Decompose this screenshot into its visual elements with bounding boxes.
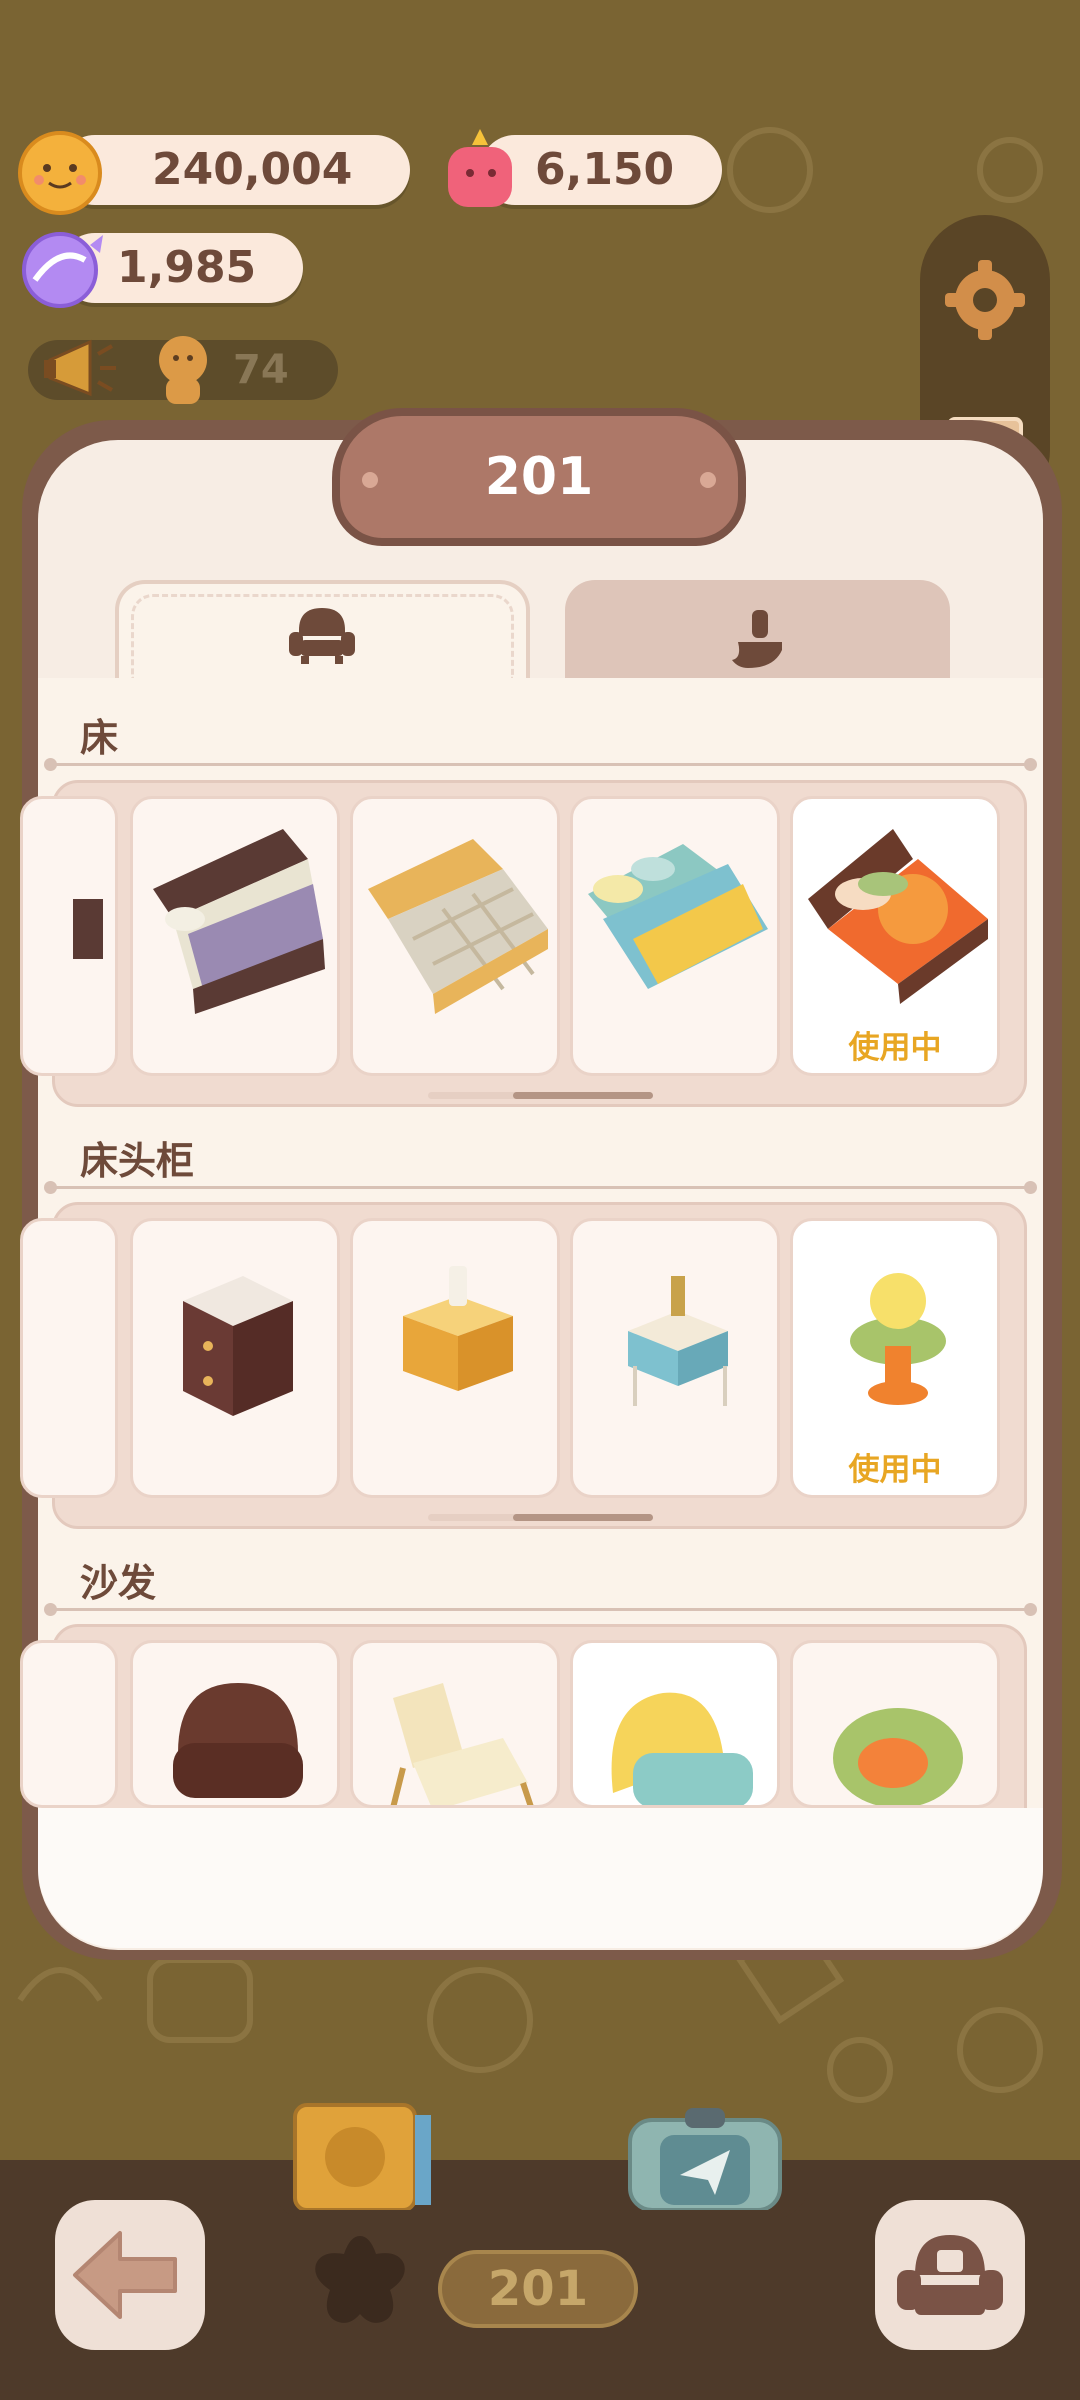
section-title-nightstand: 床头柜 (80, 1139, 195, 1183)
sofa-item-lounge[interactable] (350, 1640, 560, 1808)
ticker-count: 74 (233, 347, 289, 393)
nightstand-item-blue[interactable] (570, 1218, 780, 1498)
section-title-bed: 床 (80, 716, 119, 760)
panel-footer (38, 1808, 1043, 1948)
section-divider (44, 1603, 1037, 1616)
room-plaque: 201 (332, 408, 746, 546)
back-button[interactable] (55, 2200, 205, 2350)
arrow-left-icon (73, 2231, 177, 2319)
in-use-label: 使用中 (848, 1030, 942, 1066)
announcement-ticker[interactable]: 74 (28, 336, 338, 404)
bed-item-orange-in-use[interactable]: 使用中 (790, 796, 1000, 1076)
paint-brush-icon (732, 610, 782, 668)
nightstand-item-partial[interactable] (20, 1218, 118, 1498)
jelly-count: 6,150 (535, 144, 675, 195)
bed-item-teal[interactable] (570, 796, 780, 1076)
bed-item-partial[interactable] (20, 796, 118, 1076)
candy-icon (22, 232, 103, 308)
nightstand-scrollbar[interactable] (428, 1514, 653, 1521)
cookie-character-icon (159, 336, 207, 404)
furniture-mode-button[interactable] (875, 2200, 1025, 2350)
section-divider (44, 1181, 1037, 1194)
tab-furniture[interactable] (115, 580, 530, 680)
gear-icon[interactable] (940, 255, 1030, 345)
nightstand-item-yellow[interactable] (350, 1218, 560, 1498)
armchair-icon (289, 608, 355, 664)
sofa-item-leather[interactable] (130, 1640, 340, 1808)
room-number: 201 (487, 2261, 589, 2317)
bed-scrollbar[interactable] (428, 1092, 653, 1099)
sofa-item-partial[interactable] (20, 1640, 118, 1808)
tab-decor[interactable] (565, 580, 950, 680)
room-number-badge: 201 (438, 2250, 638, 2328)
cookie-count: 240,004 (152, 144, 353, 195)
room-title: 201 (484, 447, 594, 507)
nightstand-item-green-in-use[interactable]: 使用中 (790, 1218, 1000, 1498)
bed-item-plaid[interactable] (350, 796, 560, 1076)
cookie-counter[interactable]: 240,004 (60, 135, 410, 205)
nightstand-item-dark[interactable] (130, 1218, 340, 1498)
guestbook-icon[interactable] (285, 2095, 445, 2210)
in-use-label: 使用中 (848, 1452, 942, 1488)
bed-item-dark-wood[interactable] (130, 796, 340, 1076)
megaphone-icon (44, 339, 116, 397)
cookie-icon (18, 131, 102, 215)
sofa-icon (897, 2235, 1003, 2315)
star-favorite-icon[interactable] (305, 2228, 415, 2338)
jelly-icon (448, 129, 512, 207)
sofa-item-yellow-armchair[interactable] (570, 1640, 780, 1808)
sofa-item-green-round[interactable] (790, 1640, 1000, 1808)
camera-icon[interactable] (620, 2100, 790, 2210)
section-title-sofa: 沙发 (80, 1561, 157, 1605)
candy-count: 1,985 (117, 242, 257, 293)
section-divider (44, 758, 1037, 771)
